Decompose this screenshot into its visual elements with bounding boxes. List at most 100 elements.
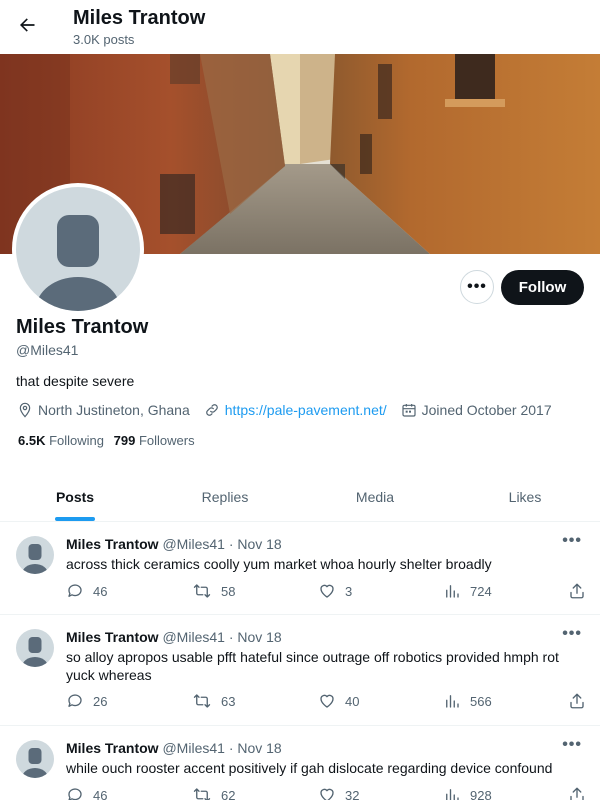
tweet-item[interactable]: Miles Trantow @Miles41 · Nov 18 ••• so a… — [0, 615, 600, 726]
profile-meta: North Justineton, Ghana https://pale-pav… — [17, 400, 566, 420]
tweet-actions: 26 63 40 566 — [66, 692, 586, 712]
reply-icon — [68, 788, 82, 800]
reply-button[interactable]: 26 — [66, 692, 107, 710]
tweet-author-name[interactable]: Miles Trantow — [66, 740, 159, 756]
share-icon — [570, 693, 584, 709]
share-button[interactable] — [568, 582, 595, 600]
reply-button[interactable]: 46 — [66, 582, 107, 600]
like-button[interactable]: 32 — [318, 786, 359, 800]
retweet-count: 58 — [221, 583, 236, 599]
views-button[interactable]: 724 — [443, 582, 492, 600]
profile-avatar[interactable] — [12, 183, 144, 315]
tweet-avatar[interactable] — [16, 740, 54, 778]
tweet-author-handle[interactable]: @Miles41 — [162, 629, 224, 645]
arrow-left-icon — [20, 18, 35, 32]
views-count: 928 — [470, 787, 492, 800]
top-bar: Miles Trantow 3.0K posts — [0, 0, 600, 54]
retweet-count: 63 — [221, 693, 236, 709]
default-avatar-icon — [36, 215, 120, 311]
profile-handle: @Miles41 — [16, 342, 79, 358]
tweet-actions: 46 58 3 724 — [66, 582, 586, 602]
tweet-author-handle[interactable]: @Miles41 — [162, 740, 224, 756]
tweet-text: while ouch rooster accent positively if … — [66, 760, 553, 776]
website-link[interactable]: https://pale-pavement.net/ — [225, 402, 387, 418]
tweet-actions: 46 62 32 928 — [66, 786, 586, 800]
link-icon — [205, 404, 218, 416]
tweet-date[interactable]: · Nov 18 — [229, 536, 282, 552]
retweet-button[interactable]: 58 — [192, 582, 235, 600]
profile-bio: that despite severe — [16, 373, 135, 389]
following-count: 6.5K — [18, 433, 46, 448]
calendar-icon — [402, 404, 416, 417]
default-avatar-icon — [22, 544, 48, 574]
header-title: Miles Trantow — [73, 7, 206, 29]
joined-text: Joined October 2017 — [421, 402, 552, 418]
retweet-button[interactable]: 62 — [192, 786, 235, 800]
views-count: 724 — [470, 583, 492, 599]
follow-stats: 6.5K Following 799 Followers — [18, 433, 201, 448]
back-button[interactable] — [12, 10, 42, 40]
joined-item: Joined October 2017 — [401, 402, 552, 418]
tweet-more-button[interactable]: ••• — [562, 736, 582, 754]
share-icon — [570, 787, 584, 800]
following-label: Following — [49, 433, 105, 448]
followers-stat[interactable]: 799 Followers — [114, 433, 195, 448]
tweet-date[interactable]: · Nov 18 — [229, 629, 282, 645]
location-pin-icon — [19, 402, 31, 418]
like-count: 3 — [345, 583, 353, 599]
views-count: 566 — [470, 693, 492, 709]
profile-name: Miles Trantow — [16, 316, 149, 338]
like-count: 40 — [345, 693, 360, 709]
default-avatar-icon — [22, 637, 48, 667]
retweet-icon — [193, 788, 211, 800]
tweet-more-button[interactable]: ••• — [562, 625, 582, 643]
location-item: North Justineton, Ghana — [17, 402, 190, 418]
tab-replies[interactable]: Replies — [150, 472, 300, 521]
more-options-button[interactable]: ••• — [460, 270, 494, 304]
like-button[interactable]: 3 — [318, 582, 352, 600]
tweet-avatar[interactable] — [16, 629, 54, 667]
followers-label: Followers — [138, 433, 195, 448]
heart-icon — [320, 694, 334, 708]
like-button[interactable]: 40 — [318, 692, 359, 710]
tab-media[interactable]: Media — [300, 472, 450, 521]
tweet-author-name[interactable]: Miles Trantow — [66, 629, 159, 645]
tweet-author-name[interactable]: Miles Trantow — [66, 536, 159, 552]
views-button[interactable]: 928 — [443, 786, 492, 800]
header-post-count: 3.0K posts — [73, 32, 135, 47]
following-stat[interactable]: 6.5K Following — [18, 433, 104, 448]
reply-icon — [68, 584, 82, 597]
heart-icon — [320, 788, 334, 800]
retweet-count: 62 — [221, 787, 236, 800]
share-button[interactable] — [568, 786, 595, 800]
views-button[interactable]: 566 — [443, 692, 492, 710]
tweet-date[interactable]: · Nov 18 — [229, 740, 282, 756]
reply-button[interactable]: 46 — [66, 786, 107, 800]
reply-icon — [68, 694, 82, 707]
website-item[interactable]: https://pale-pavement.net/ — [204, 402, 387, 418]
share-button[interactable] — [568, 692, 595, 710]
tweet-item[interactable]: Miles Trantow @Miles41 · Nov 18 ••• acro… — [0, 522, 600, 615]
retweet-icon — [193, 694, 211, 708]
tweet-item[interactable]: Miles Trantow @Miles41 · Nov 18 ••• whil… — [0, 726, 600, 800]
like-count: 32 — [345, 787, 360, 800]
followers-count: 799 — [113, 433, 136, 448]
tweet-more-button[interactable]: ••• — [562, 532, 582, 550]
tweet-text: so alloy apropos usable pfft hateful sin… — [66, 649, 559, 683]
follow-button[interactable]: Follow — [501, 270, 584, 305]
heart-icon — [320, 584, 334, 598]
tweet-text: across thick ceramics coolly yum market … — [66, 556, 492, 572]
default-avatar-icon — [22, 748, 48, 778]
views-chart-icon — [446, 585, 459, 598]
tab-posts[interactable]: Posts — [0, 472, 150, 521]
tweet-avatar[interactable] — [16, 536, 54, 574]
reply-count: 46 — [93, 583, 108, 599]
views-chart-icon — [446, 789, 459, 800]
reply-count: 26 — [93, 693, 108, 709]
tweet-author-handle[interactable]: @Miles41 — [162, 536, 224, 552]
retweet-button[interactable]: 63 — [192, 692, 235, 710]
location-text: North Justineton, Ghana — [38, 402, 190, 418]
tweet-header: Miles Trantow @Miles41 · Nov 18 — [66, 536, 282, 552]
tab-likes[interactable]: Likes — [450, 472, 600, 521]
retweet-icon — [193, 584, 211, 598]
